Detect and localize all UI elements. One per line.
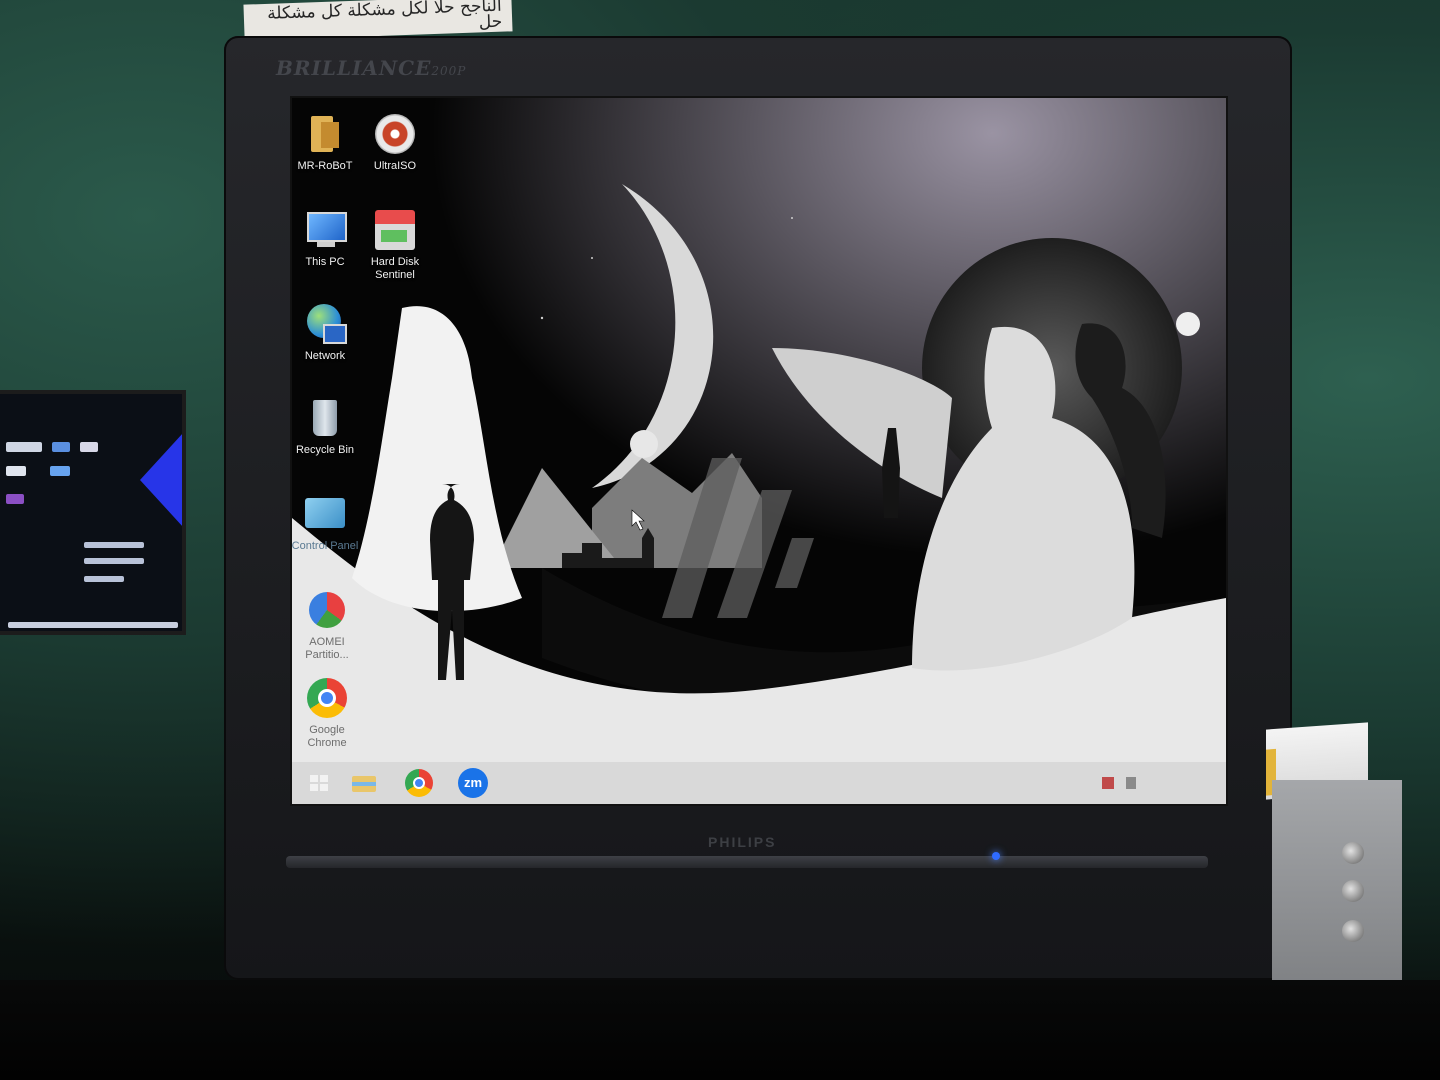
zoom-icon[interactable]: zm	[458, 768, 488, 798]
desktop-icon-control-panel[interactable]: Control Panel	[291, 492, 362, 553]
mini-list-item	[84, 558, 144, 564]
desktop-icon-google-chrome[interactable]: Google Chrome	[292, 676, 364, 750]
zoom-label: zm	[458, 768, 488, 798]
mini-app-tile	[50, 466, 70, 476]
chrome-icon	[305, 676, 349, 720]
speaker-knob	[1342, 880, 1364, 902]
desktop-icon-label: Network	[304, 350, 346, 362]
system-tray	[1101, 776, 1136, 792]
desktop-icon-label: Control Panel	[291, 540, 359, 552]
desktop-icon-label: Hard Disk Sentinel	[370, 256, 420, 281]
taskbar: zm	[292, 762, 1226, 804]
mini-app-tile	[6, 442, 42, 452]
power-led-icon	[992, 852, 1000, 860]
speaker-knob	[1342, 920, 1364, 942]
mini-app-tile	[52, 442, 70, 452]
desk-surface	[0, 980, 1440, 1080]
desktop-wallpaper	[292, 98, 1226, 804]
computer-icon	[303, 208, 347, 252]
mini-app-tile	[6, 494, 24, 504]
small-moon	[630, 430, 658, 458]
monitor-bezel-strip	[286, 856, 1208, 868]
desktop-screen: MR-RoBoT UltraISO This PC Hard Disk Sent…	[290, 96, 1228, 806]
monitor-maker-label: PHILIPS	[708, 834, 777, 850]
network-status-icon[interactable]	[1101, 777, 1114, 789]
desktop-icon-ultraiso[interactable]: UltraISO	[358, 112, 432, 173]
blue-wallpaper-shape	[140, 432, 182, 528]
mini-list-item	[84, 542, 144, 548]
desktop-icon-hard-disk-sentinel[interactable]: Hard Disk Sentinel	[358, 208, 432, 282]
desktop-icon-label: AOMEI Partitio...	[305, 636, 349, 661]
mini-list-item	[84, 576, 124, 582]
desktop-icon-label: This PC	[305, 256, 345, 268]
desktop-icon-label: Google Chrome	[307, 724, 347, 749]
mini-taskbar	[8, 622, 178, 628]
windows-start-icon[interactable]	[304, 768, 334, 798]
desktop-icon-aomei-partition[interactable]: AOMEI Partitio...	[292, 588, 364, 662]
desktop-icon-label: MR-RoBoT	[297, 160, 353, 172]
secondary-monitor	[0, 390, 186, 635]
right-moon	[1176, 312, 1200, 336]
volume-icon[interactable]	[1126, 777, 1136, 789]
desktop-icon-network[interactable]: Network	[292, 302, 362, 363]
file-explorer-icon[interactable]	[348, 768, 378, 798]
desktop-icon-label: UltraISO	[373, 160, 417, 172]
disc-icon	[373, 112, 417, 156]
speaker-knob	[1342, 842, 1364, 864]
folder-user-icon	[303, 112, 347, 156]
chrome-icon[interactable]	[404, 768, 434, 798]
hard-disk-icon	[373, 208, 417, 252]
desktop-icon-mr-robot[interactable]: MR-RoBoT	[292, 112, 362, 173]
monitor-brand-label: BRILLIANCE200P	[276, 56, 467, 80]
desktop-icon-this-pc[interactable]: This PC	[292, 208, 362, 269]
control-panel-icon	[303, 492, 347, 536]
mini-app-tile	[6, 466, 26, 476]
network-globe-icon	[303, 302, 347, 346]
recycle-bin-icon	[303, 396, 347, 440]
desktop-icon-label: Recycle Bin	[295, 444, 355, 456]
desktop-icon-recycle-bin[interactable]: Recycle Bin	[292, 396, 362, 457]
partition-icon	[305, 588, 349, 632]
mini-app-tile	[80, 442, 98, 452]
